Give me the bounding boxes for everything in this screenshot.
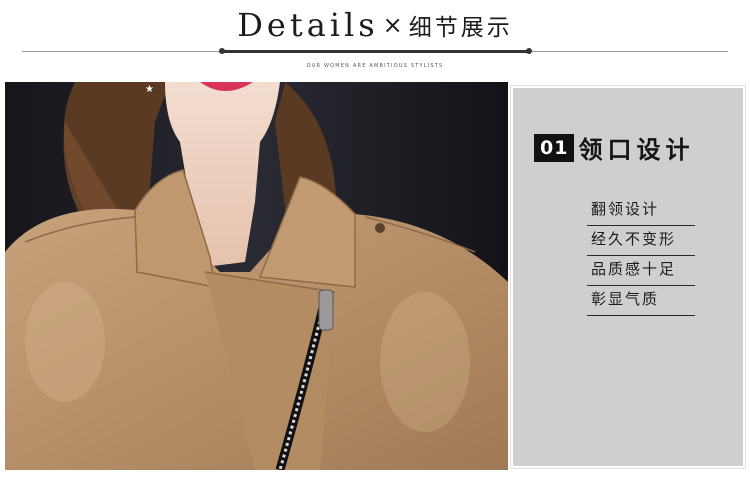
detail-header: Details × 细节展示 OUR WOMEN ARE AMBITIOUS STY… (0, 0, 750, 80)
header-subtitle: OUR WOMEN ARE AMBITIOUS STYLISTS (306, 63, 444, 69)
feature-list: 翻领设计 经久不变形 品质感十足 彰显气质 (587, 196, 695, 316)
feature-item: 翻领设计 (587, 196, 695, 226)
panel-heading: 01 领口设计 (534, 130, 694, 165)
feature-item: 经久不变形 (587, 226, 695, 256)
jacket-collar-illustration: ★ (5, 82, 508, 470)
feature-item: 品质感十足 (587, 256, 695, 286)
header-rule-accent (222, 50, 530, 53)
section-number-badge: 01 (534, 133, 575, 162)
product-photo: ★ (5, 82, 508, 470)
title-separator: × (382, 11, 403, 39)
title-english: Details (237, 6, 379, 44)
svg-text:★: ★ (145, 84, 154, 95)
feature-item: 彰显气质 (587, 286, 695, 316)
title-chinese: 细节展示 (408, 15, 513, 41)
feature-panel: 01 领口设计 翻领设计 经久不变形 品质感十足 彰显气质 (513, 88, 743, 466)
section-title: 领口设计 (578, 136, 695, 164)
title-row: Details × 细节展示 (0, 6, 750, 44)
rule-dot-right (526, 48, 532, 54)
rule-dot-left (219, 48, 225, 54)
